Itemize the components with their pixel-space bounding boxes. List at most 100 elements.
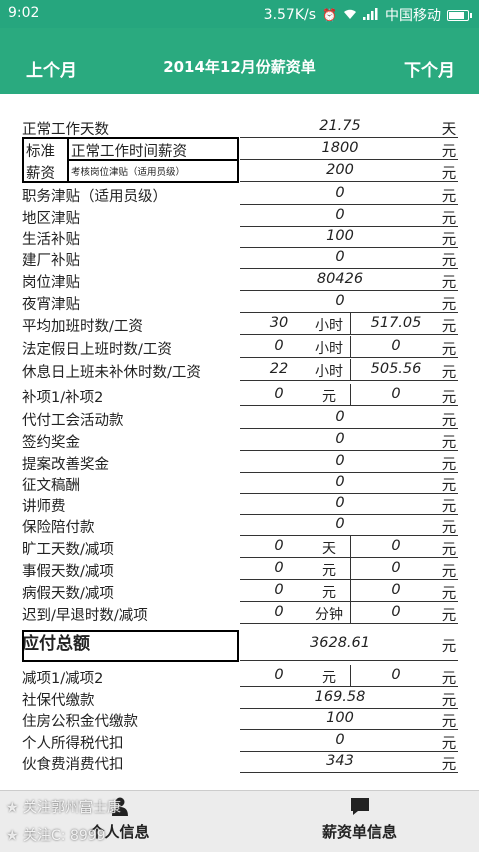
row-value: 0	[335, 293, 345, 309]
row-unit: 元	[441, 478, 457, 494]
row-quantity: 0	[274, 338, 284, 354]
row-unit: 元	[441, 693, 457, 709]
table-row: 住房公积金代缴款 100 元	[0, 708, 479, 730]
row-unit: 元	[441, 435, 457, 451]
row-label: 代付工会活动款	[22, 413, 124, 429]
row-value: 0	[391, 604, 401, 620]
row-label: 事假天数/减项	[22, 564, 114, 580]
payslip-table[interactable]: 正常工作天数 21.75 天正常工作时间薪资 1800 元考核岗位津贴（适用员级） 200…	[0, 94, 479, 790]
row-value: 505.56	[370, 361, 422, 377]
watermark-line-1: ★ 关注郭州富士康	[6, 800, 122, 816]
row-value: 100	[326, 710, 354, 726]
row-label: 正常工作天数	[22, 122, 109, 138]
row-unit: 元	[441, 520, 457, 536]
table-row: 旷工天数/减项 0 天 0 元	[0, 536, 479, 558]
table-row: 职务津贴（适用员级） 0 元	[0, 183, 479, 205]
tab-payslip-info-label: 薪资单信息	[321, 823, 397, 841]
row-label: 病假天数/减项	[22, 586, 114, 602]
row-value: 80426	[316, 271, 364, 287]
row-value: 0	[391, 667, 401, 683]
row-unit: 元	[441, 457, 457, 473]
row-label: 职务津贴（适用员级）	[22, 189, 167, 205]
row-label: 保险陪付款	[22, 520, 95, 536]
next-month-button[interactable]: 下个月	[404, 56, 455, 81]
row-unit: 元	[441, 542, 457, 558]
row-quantity: 22	[269, 361, 289, 377]
row-unit: 元	[441, 390, 457, 406]
table-row: 病假天数/减项 0 元 0 元	[0, 580, 479, 602]
status-indicators: 3.57K/s ⏰ 中国移动	[264, 5, 472, 25]
row-unit: 元	[441, 757, 457, 773]
tab-payslip-info[interactable]: 薪资单信息	[240, 791, 479, 852]
row-label: 岗位津贴	[22, 275, 80, 291]
row-unit: 元	[441, 275, 457, 291]
row-value: 0	[391, 538, 401, 554]
row-label: 地区津贴	[22, 211, 80, 227]
row-value: 0	[335, 207, 345, 223]
row-quantity-unit: 小时	[315, 318, 343, 334]
row-label: 提案改善奖金	[22, 457, 109, 473]
row-value: 0	[335, 409, 345, 425]
row-quantity-unit: 元	[322, 585, 336, 601]
row-value: 0	[335, 185, 345, 201]
row-value: 0	[391, 560, 401, 576]
table-row: 岗位津贴 80426 元	[0, 269, 479, 291]
row-quantity-unit: 小时	[315, 364, 343, 380]
row-unit: 元	[441, 736, 457, 752]
app-header: 上个月 2014年12月份薪资单 下个月	[0, 28, 479, 94]
table-row: 个人所得税代扣 0 元	[0, 730, 479, 752]
table-row: 平均加班时数/工资 30 小时 517.05 元	[0, 313, 479, 335]
row-unit: 元	[441, 189, 457, 205]
table-row: 减项1/减项2 0 元 0 元	[0, 665, 479, 687]
alarm-icon: ⏰	[322, 8, 337, 22]
row-label: 社保代缴款	[22, 693, 95, 709]
row-label: 住房公积金代缴款	[22, 714, 138, 730]
row-quantity: 0	[274, 386, 284, 402]
row-label: 迟到/早退时数/减项	[22, 608, 148, 624]
row-value: 169.58	[314, 689, 366, 705]
battery-icon	[447, 9, 472, 21]
row-unit: 元	[441, 166, 457, 182]
row-unit: 元	[441, 714, 457, 730]
row-quantity-unit: 天	[322, 541, 336, 557]
row-unit: 元	[441, 639, 457, 655]
row-unit: 元	[441, 365, 457, 381]
row-value: 3628.61	[310, 635, 370, 651]
chat-icon	[350, 797, 370, 821]
row-label: 伙食费消费代扣	[22, 757, 124, 773]
row-label: 签约奖金	[22, 435, 80, 451]
row-value: 0	[335, 431, 345, 447]
row-value: 0	[335, 453, 345, 469]
table-row: 讲师费 0 元	[0, 493, 479, 515]
row-quantity: 0	[274, 667, 284, 683]
row-value: 21.75	[319, 118, 361, 134]
row-value: 0	[335, 474, 345, 490]
table-row: 休息日上班未补休时数/工资 22 小时 505.56 元	[0, 359, 479, 381]
row-quantity-unit: 小时	[315, 341, 343, 357]
row-value: 517.05	[370, 315, 422, 331]
table-row: 生活补贴 100 元	[0, 226, 479, 248]
row-label: 讲师费	[22, 499, 66, 515]
row-value: 0	[391, 386, 401, 402]
row-unit: 元	[441, 608, 457, 624]
row-unit: 元	[441, 144, 457, 160]
row-quantity: 0	[274, 538, 284, 554]
table-row: 伙食费消费代扣 343 元	[0, 751, 479, 773]
row-quantity: 30	[269, 315, 289, 331]
row-value: 343	[326, 753, 354, 769]
table-row: 正常工作天数 21.75 天	[0, 116, 479, 138]
wifi-icon	[343, 8, 357, 23]
row-label: 补项1/补项2	[22, 390, 104, 406]
total-payable-box	[22, 630, 239, 662]
row-label: 夜宵津贴	[22, 297, 80, 313]
row-quantity-unit: 元	[322, 389, 336, 405]
table-row: 迟到/早退时数/减项 0 分钟 0 元	[0, 602, 479, 624]
row-value: 200	[326, 162, 354, 178]
row-unit: 元	[441, 211, 457, 227]
row-unit: 元	[441, 499, 457, 515]
table-row: 社保代缴款 169.58 元	[0, 687, 479, 709]
row-value: 0	[335, 495, 345, 511]
row-label: 生活补贴	[22, 232, 80, 248]
row-unit: 元	[441, 671, 457, 687]
row-unit: 元	[441, 297, 457, 313]
